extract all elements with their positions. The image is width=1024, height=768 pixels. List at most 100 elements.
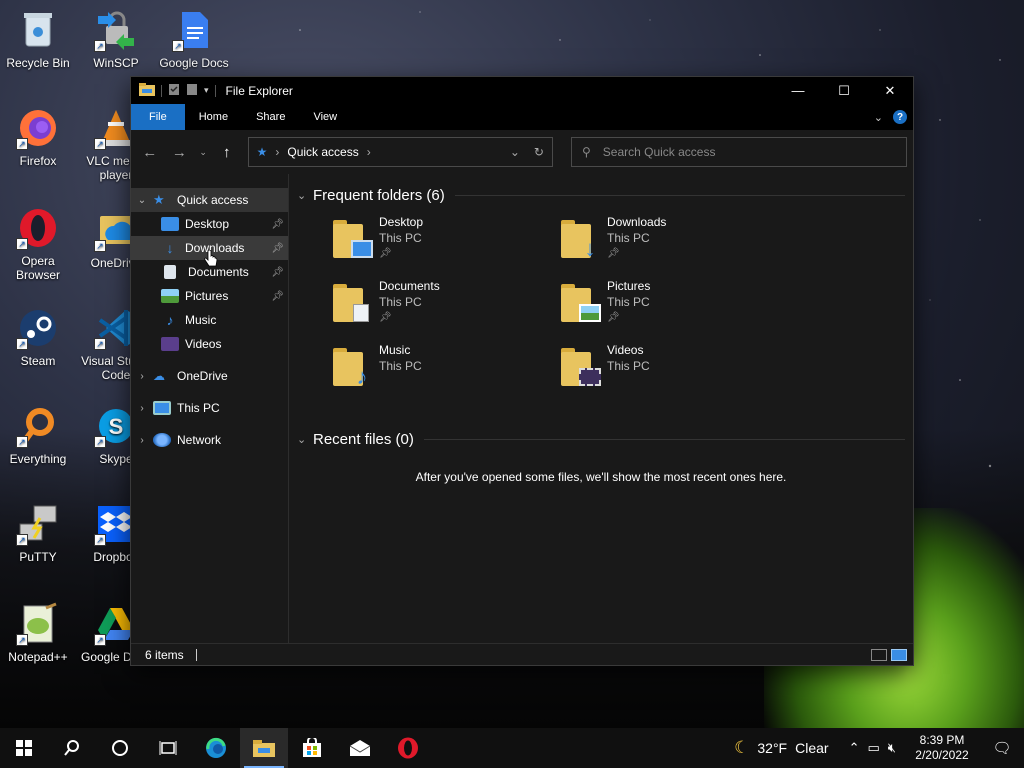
desktop-icon-winscp[interactable]: ↗ WinSCP — [78, 8, 154, 70]
winscp-icon: ↗ — [94, 8, 138, 52]
quick-access-toolbar: ▾ — [131, 77, 216, 104]
address-row: ← → ⌄ ↑ ★ › Quick access › ⌄ ↻ ⚲ Search … — [131, 130, 913, 174]
desktop-icon-firefox[interactable]: ↗ Firefox — [0, 106, 76, 168]
recent-files-header[interactable]: ⌄ Recent files (0) — [297, 426, 905, 452]
item-count: 6 items — [145, 647, 184, 662]
shortcut-arrow-icon: ↗ — [172, 40, 184, 52]
recent-locations-icon[interactable]: ⌄ — [196, 139, 210, 165]
nav-item-music[interactable]: ♪ Music — [131, 308, 288, 332]
main-pane: ⌄ Frequent folders (6) Desktop This PC 📌… — [289, 174, 913, 643]
minimize-button[interactable]: — — [775, 77, 821, 104]
network-icon[interactable]: ▭ — [868, 740, 880, 756]
nav-item-pictures[interactable]: Pictures 📌︎ — [131, 284, 288, 308]
ribbon-tabs: File Home Share View ⌄ ? — [131, 104, 913, 130]
desktop-icon-putty[interactable]: ↗ PuTTY — [0, 502, 76, 564]
moon-icon: ☾ — [734, 738, 750, 757]
weather-desc: Clear — [795, 740, 829, 756]
chevron-up-icon[interactable]: ⌃ — [849, 740, 860, 756]
taskbar-opera[interactable] — [384, 728, 432, 768]
taskbar-store[interactable] — [288, 728, 336, 768]
customize-toolbar-icon[interactable]: ▾ — [204, 85, 209, 96]
weather-widget[interactable]: ☾ 32°F Clear — [734, 738, 840, 758]
help-icon[interactable]: ? — [893, 110, 907, 124]
cortana-icon — [112, 740, 128, 756]
volume-muted-icon[interactable]: 🔇︎ — [888, 740, 896, 756]
shortcut-arrow-icon: ↗ — [94, 534, 106, 546]
tab-share[interactable]: Share — [242, 104, 299, 130]
address-dropdown-icon[interactable]: ⌄ — [510, 145, 520, 159]
expand-ribbon-icon[interactable]: ⌄ — [874, 111, 883, 124]
opera-icon — [398, 737, 418, 759]
desktop-icon-steam[interactable]: ↗ Steam — [0, 306, 76, 368]
maximize-button[interactable]: ☐ — [821, 77, 867, 104]
new-folder-icon[interactable] — [186, 83, 198, 99]
up-button[interactable]: ↑ — [214, 139, 240, 165]
pin-icon: 📌︎ — [379, 312, 392, 323]
large-icons-view-icon[interactable] — [891, 648, 907, 661]
desktop-icon-google-docs[interactable]: ↗ Google Docs — [156, 8, 232, 70]
folder-documents[interactable]: Documents This PC 📌︎ — [333, 278, 561, 342]
nav-quick-access[interactable]: ⌄ ★ Quick access — [131, 188, 288, 212]
taskbar-mail[interactable] — [336, 728, 384, 768]
network-icon — [153, 433, 171, 447]
task-view-button[interactable] — [144, 728, 192, 768]
chevron-down-icon[interactable]: ⌄ — [297, 189, 313, 202]
folder-desktop[interactable]: Desktop This PC 📌︎ — [333, 214, 561, 278]
folder-videos[interactable]: Videos This PC — [561, 342, 789, 406]
details-view-icon[interactable] — [871, 648, 887, 661]
notification-icon: 🗨︎ — [992, 740, 1012, 757]
notepadpp-icon: ↗ — [16, 602, 60, 646]
start-button[interactable] — [0, 728, 48, 768]
desktop-icon-everything[interactable]: ↗ Everything — [0, 404, 76, 466]
notification-center-button[interactable]: 🗨︎ — [980, 739, 1024, 757]
nav-item-videos[interactable]: Videos — [131, 332, 288, 356]
search-button[interactable] — [48, 728, 96, 768]
chevron-down-icon[interactable]: ⌄ — [131, 195, 153, 206]
taskbar-file-explorer[interactable] — [240, 728, 288, 768]
shortcut-arrow-icon: ↗ — [94, 240, 106, 252]
desktop-icon-recycle-bin[interactable]: Recycle Bin — [0, 8, 76, 70]
refresh-icon[interactable]: ↻ — [534, 145, 544, 159]
taskbar-edge[interactable] — [192, 728, 240, 768]
search-input[interactable]: Search Quick access — [603, 145, 716, 159]
back-button[interactable]: ← — [137, 139, 163, 165]
close-button[interactable]: ✕ — [867, 77, 913, 104]
search-icon — [64, 740, 79, 756]
tab-home[interactable]: Home — [185, 104, 242, 130]
chevron-right-icon[interactable]: › — [131, 371, 153, 382]
shortcut-arrow-icon: ↗ — [16, 338, 28, 350]
breadcrumb-separator: › — [366, 145, 371, 159]
nav-this-pc[interactable]: › This PC — [131, 396, 288, 420]
frequent-folders-header[interactable]: ⌄ Frequent folders (6) — [297, 182, 905, 208]
folder-music[interactable]: ♪ Music This PC — [333, 342, 561, 406]
address-bar[interactable]: ★ › Quick access › ⌄ ↻ — [247, 137, 553, 167]
nav-item-desktop[interactable]: Desktop 📌︎ — [131, 212, 288, 236]
tab-view[interactable]: View — [299, 104, 351, 130]
download-arrow-icon: ↓ — [166, 240, 174, 256]
clock[interactable]: 8:39 PM 2/20/2022 — [904, 733, 980, 763]
search-box[interactable]: ⚲ Search Quick access — [570, 137, 907, 167]
title-bar[interactable]: ▾ File Explorer — ☐ ✕ — [131, 77, 913, 104]
mail-icon — [349, 740, 371, 756]
cloud-icon: ☁ — [153, 369, 165, 383]
tray-icons: ⌃ ▭ 🔇︎ — [841, 740, 904, 756]
breadcrumb-quick-access[interactable]: Quick access — [287, 145, 358, 159]
window-controls: — ☐ ✕ — [775, 77, 913, 104]
properties-icon[interactable] — [168, 83, 180, 99]
nav-network[interactable]: › Network — [131, 428, 288, 452]
nav-gap — [131, 356, 288, 364]
chevron-down-icon[interactable]: ⌄ — [297, 433, 313, 446]
chevron-right-icon[interactable]: › — [131, 435, 153, 446]
forward-button[interactable]: → — [167, 139, 193, 165]
folder-downloads[interactable]: ↓ Downloads This PC 📌︎ — [561, 214, 789, 278]
desktop-icon-opera[interactable]: ↗ Opera Browser — [0, 206, 76, 282]
folder-documents-icon — [333, 282, 373, 322]
tab-file[interactable]: File — [131, 104, 185, 130]
nav-onedrive[interactable]: › ☁ OneDrive — [131, 364, 288, 388]
desktop-icon-notepadpp[interactable]: ↗ Notepad++ — [0, 602, 76, 664]
folder-pictures[interactable]: Pictures This PC 📌︎ — [561, 278, 789, 342]
shortcut-arrow-icon: ↗ — [94, 40, 106, 52]
firefox-icon: ↗ — [16, 106, 60, 150]
chevron-right-icon[interactable]: › — [131, 403, 153, 414]
cortana-button[interactable] — [96, 728, 144, 768]
